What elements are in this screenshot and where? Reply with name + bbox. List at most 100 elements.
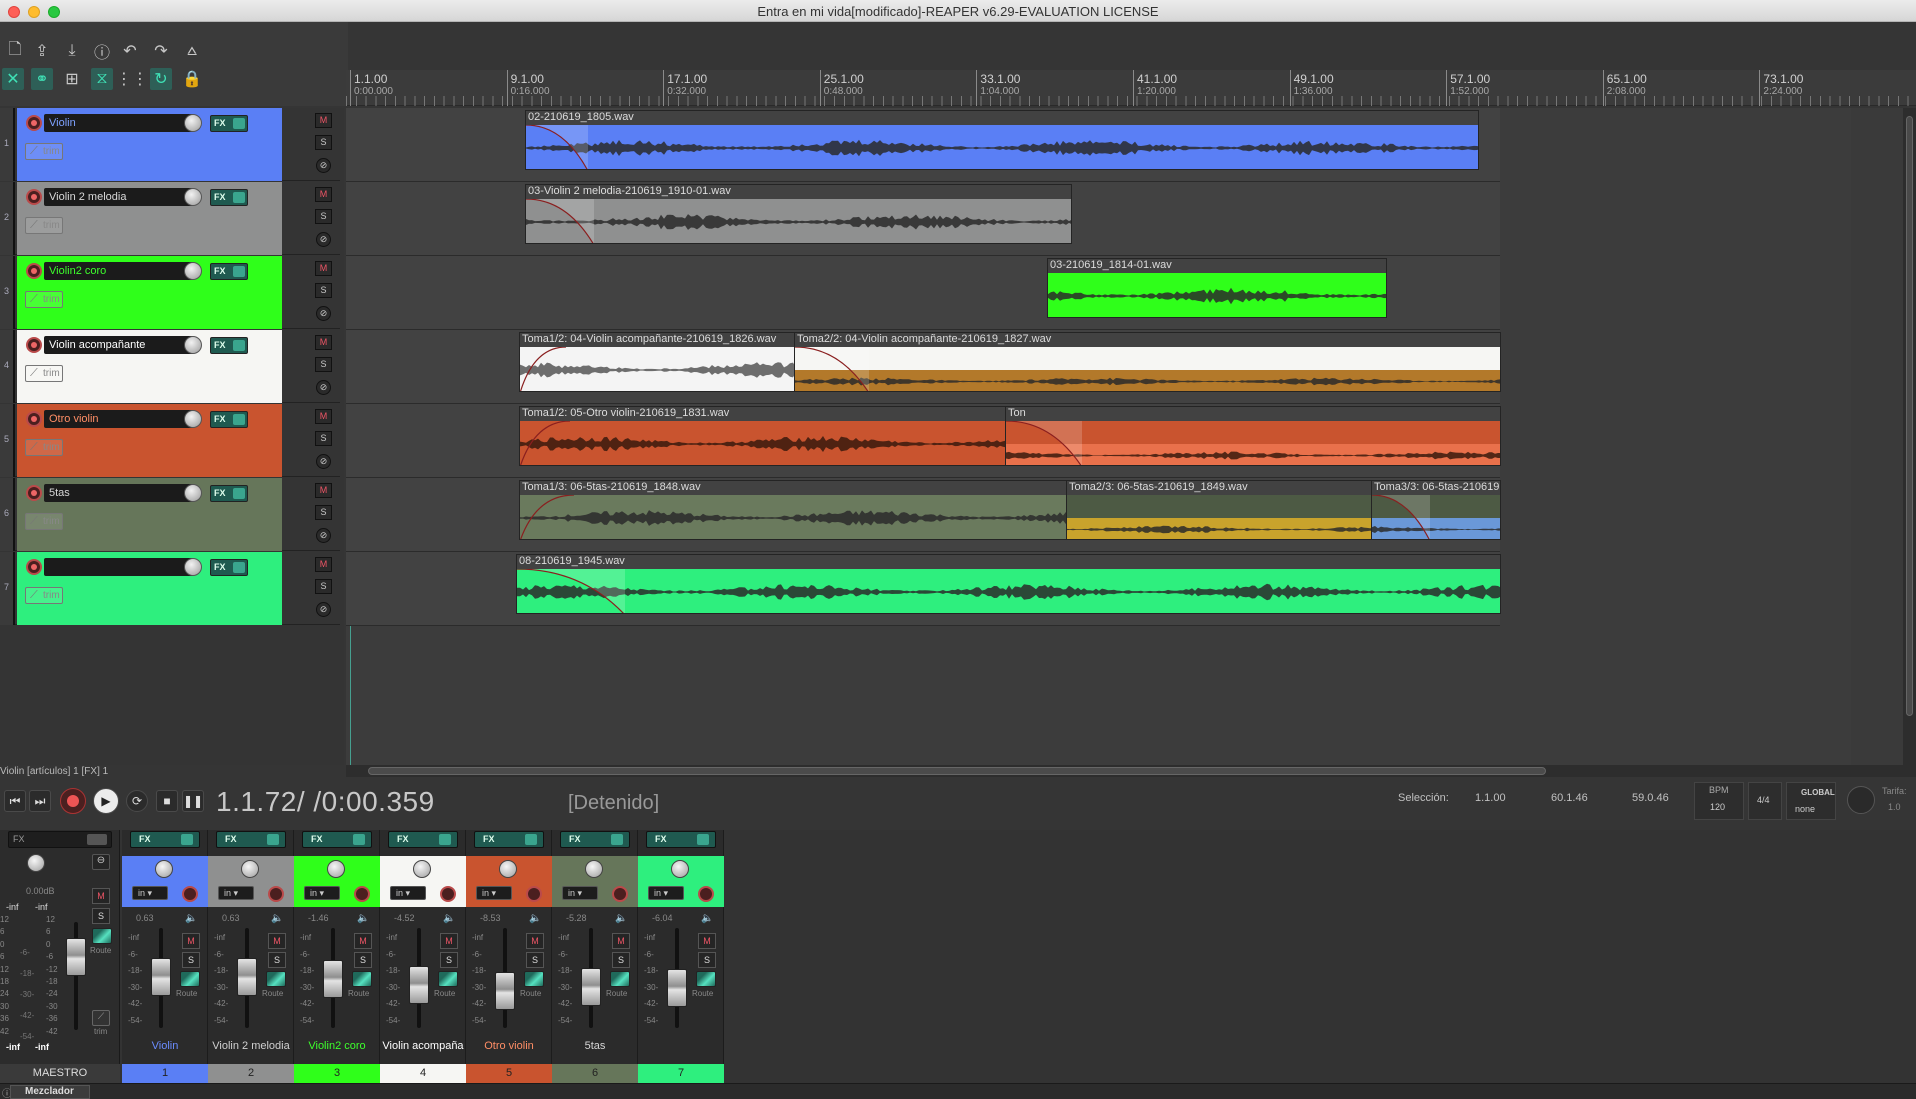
input-select[interactable]: in ▾ (562, 886, 598, 900)
channel-number[interactable]: 2 (208, 1064, 294, 1083)
volume-knob[interactable] (184, 336, 202, 354)
media-item-body[interactable] (526, 199, 1071, 243)
volume-knob[interactable] (184, 558, 202, 576)
solo-button[interactable]: S (315, 431, 332, 446)
track-name-field[interactable]: 5tas (44, 484, 194, 502)
record-arm-button[interactable] (26, 411, 42, 427)
channel-fx-button[interactable]: FX (130, 831, 200, 848)
track-name-field[interactable]: Violin 2 melodia (44, 188, 194, 206)
channel-header[interactable]: in ▾ (466, 856, 552, 907)
channel-name[interactable]: Violin 2 melodia (208, 1040, 294, 1052)
record-arm-button[interactable] (526, 886, 542, 902)
track-header[interactable]: 7 FX trim MS ⊘ (0, 552, 340, 625)
track-header[interactable]: 6 5tas FX trim MS ⊘ (0, 478, 340, 551)
pan-knob[interactable] (155, 860, 173, 878)
input-select[interactable]: in ▾ (304, 886, 340, 900)
grid-icon[interactable]: ⊞ (61, 68, 83, 90)
track-name-field[interactable]: Otro violin (44, 410, 194, 428)
fx-bypass-icon[interactable] (267, 834, 279, 845)
undo-icon[interactable]: ↶ (119, 40, 141, 62)
solo-button[interactable]: S (698, 952, 716, 968)
media-item[interactable]: 08-210619_1945.wav (516, 554, 1501, 614)
fx-bypass-icon[interactable] (353, 834, 365, 845)
route-button[interactable] (266, 971, 286, 987)
channel-number[interactable]: 1 (122, 1064, 208, 1083)
route-button[interactable] (696, 971, 716, 987)
vertical-scroll-thumb[interactable] (1906, 116, 1913, 716)
media-item[interactable]: 02-210619_1805.wav (525, 110, 1479, 170)
track-header[interactable]: 2 Violin 2 melodia FX trim MS ⊘ (0, 182, 340, 255)
fx-button[interactable]: FX (210, 337, 248, 354)
phase-icon[interactable]: ⊘ (316, 528, 331, 543)
master-trim-icon[interactable]: ⟋ (92, 1010, 110, 1026)
timeline-ruler[interactable]: 1.1.00 0:00.000 9.1.00 0:16.000 17.1.00 0:32.… (346, 70, 1916, 106)
go-to-end-button[interactable]: ⏭ (29, 790, 51, 812)
solo-button[interactable]: S (268, 952, 286, 968)
mute-button[interactable]: M (268, 933, 286, 949)
volume-knob[interactable] (184, 410, 202, 428)
record-arm-button[interactable] (26, 115, 42, 131)
solo-button[interactable]: S (354, 952, 372, 968)
phase-icon[interactable]: ⊘ (316, 380, 331, 395)
info-icon[interactable]: ⓘ (91, 40, 113, 62)
solo-button[interactable]: S (315, 579, 332, 594)
track-number[interactable]: 6 (0, 478, 15, 551)
pan-knob[interactable] (327, 860, 345, 878)
volume-fader[interactable] (495, 972, 515, 1010)
mute-button[interactable]: M (315, 261, 332, 276)
channel-number[interactable]: 3 (294, 1064, 380, 1083)
global-automation-box[interactable]: GLOBAL none (1786, 782, 1836, 820)
input-select[interactable]: in ▾ (132, 886, 168, 900)
record-arm-button[interactable] (440, 886, 456, 902)
route-button[interactable] (524, 971, 544, 987)
play-button[interactable]: ▶ (93, 788, 119, 814)
fx-bypass-icon[interactable] (233, 266, 245, 277)
track-number[interactable]: 5 (0, 404, 15, 477)
fx-button[interactable]: FX (210, 263, 248, 280)
trim-envelope-button[interactable]: trim (25, 587, 63, 604)
mute-button[interactable]: M (612, 933, 630, 949)
track-header[interactable]: 3 Violin2 coro FX trim MS ⊘ (0, 256, 340, 329)
track-name-field[interactable]: Violin2 coro (44, 262, 194, 280)
fx-bypass-icon[interactable] (439, 834, 451, 845)
volume-knob[interactable] (184, 188, 202, 206)
record-arm-button[interactable] (26, 485, 42, 501)
channel-header[interactable]: in ▾ (552, 856, 638, 907)
solo-button[interactable]: S (315, 283, 332, 298)
record-arm-button[interactable] (26, 337, 42, 353)
speaker-icon[interactable]: 🔈 (701, 913, 713, 924)
speaker-icon[interactable]: 🔈 (615, 913, 627, 924)
channel-fx-button[interactable]: FX (216, 831, 286, 848)
track-name-field[interactable]: Violin acompañante (44, 336, 194, 354)
volume-fader[interactable] (667, 969, 687, 1007)
volume-knob[interactable] (184, 484, 202, 502)
master-volume-knob[interactable] (27, 854, 45, 872)
fx-button[interactable]: FX (210, 115, 248, 132)
record-arm-button[interactable] (354, 886, 370, 902)
track-name-field[interactable] (44, 558, 194, 576)
media-item-body[interactable] (526, 125, 1478, 169)
route-button[interactable] (352, 971, 372, 987)
horizontal-scroll-thumb[interactable] (368, 767, 1546, 775)
mute-button[interactable]: M (315, 483, 332, 498)
save-download-icon[interactable]: ⤓ (61, 40, 83, 62)
selection-end[interactable]: 60.1.46 (1551, 792, 1588, 804)
channel-number[interactable]: 4 (380, 1064, 466, 1083)
mixer-tab[interactable]: Mezclador (10, 1085, 90, 1099)
input-select[interactable]: in ▾ (390, 886, 426, 900)
record-arm-button[interactable] (26, 189, 42, 205)
media-item-body[interactable] (795, 347, 1500, 391)
selection-length[interactable]: 59.0.46 (1632, 792, 1669, 804)
master-solo-button[interactable]: S (92, 908, 110, 924)
trim-envelope-button[interactable]: trim (25, 365, 63, 382)
trim-envelope-button[interactable]: trim (25, 217, 63, 234)
record-arm-button[interactable] (26, 559, 42, 575)
go-to-start-button[interactable]: ⏮ (4, 790, 26, 812)
mute-button[interactable]: M (182, 933, 200, 949)
arrange-view[interactable]: 02-210619_1805.wav 03-Violin 2 melodia-21… (346, 108, 1916, 765)
media-item-body[interactable] (1048, 273, 1386, 317)
solo-button[interactable]: S (315, 505, 332, 520)
channel-header[interactable]: in ▾ (638, 856, 724, 907)
channel-fx-button[interactable]: FX (646, 831, 716, 848)
solo-button[interactable]: S (612, 952, 630, 968)
